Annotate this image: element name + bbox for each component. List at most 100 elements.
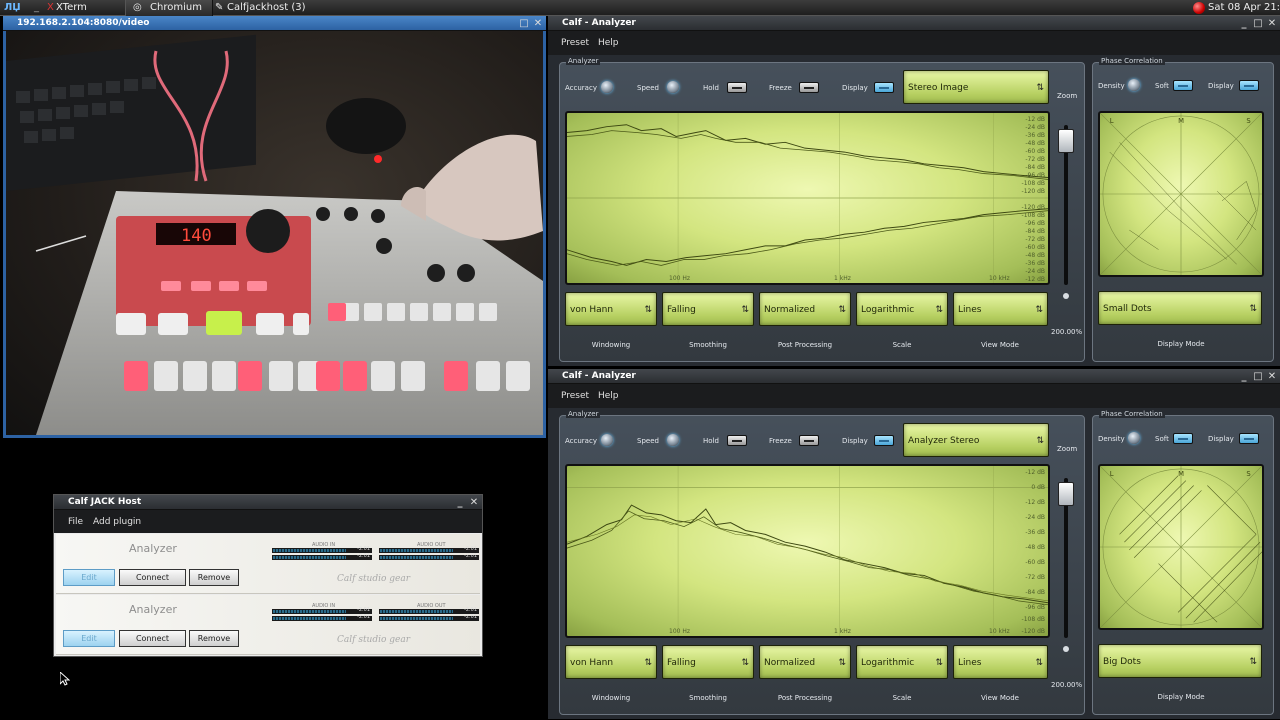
menubar: Preset Help: [548, 384, 1280, 408]
edit-button[interactable]: Edit: [63, 630, 115, 647]
jack-host-titlebar[interactable]: Calf JACK Host _ ✕: [54, 495, 482, 510]
display-mode-select[interactable]: Analyzer Stereo ⇅: [903, 423, 1049, 457]
remove-button[interactable]: Remove: [189, 630, 239, 647]
speed-knob[interactable]: [667, 434, 679, 446]
smoothing-select[interactable]: Falling ⇅: [662, 292, 754, 326]
menu-logo-icon[interactable]: ЛЏ: [4, 0, 21, 16]
hold-label: Hold: [703, 437, 719, 445]
plugin-row: Analyzer Edit Connect Remove AUDIO IN AU…: [56, 595, 480, 655]
display-toggle[interactable]: [874, 435, 894, 446]
smoothing-select[interactable]: Falling ⇅: [662, 645, 754, 679]
clock: Sat 08 Apr 21:03: [1208, 2, 1280, 13]
phase-mark-left: L: [1110, 117, 1114, 125]
maximize-icon[interactable]: □: [1252, 16, 1264, 31]
freeze-toggle[interactable]: [799, 435, 819, 446]
hz-tick: 100 Hz: [669, 628, 691, 635]
minimize-icon[interactable]: _: [454, 495, 466, 510]
display-label: Display: [842, 437, 868, 445]
view-mode-select[interactable]: Lines ⇅: [953, 645, 1048, 679]
hold-toggle[interactable]: [727, 82, 747, 93]
windowing-select[interactable]: von Hann ⇅: [565, 292, 657, 326]
post-processing-label: Post Processing: [777, 341, 833, 349]
menu-file[interactable]: File: [68, 517, 83, 527]
db-tick: -120 dB: [1021, 204, 1045, 211]
analyzer-titlebar[interactable]: Calf - Analyzer _ □ ✕: [548, 16, 1280, 31]
accuracy-knob[interactable]: [601, 81, 613, 93]
remove-button[interactable]: Remove: [189, 569, 239, 586]
level-meter: -2.01: [272, 553, 372, 560]
taskbar: ЛЏ _ X XTerm ◎ Chromium ✎ Calfjackhost (…: [0, 0, 1280, 16]
db-tick: -108 dB: [1021, 616, 1045, 623]
taskbar-tab-chromium[interactable]: ◎ Chromium: [125, 0, 213, 16]
select-arrows-icon: ⇅: [838, 658, 846, 668]
windowing-select[interactable]: von Hann ⇅: [565, 645, 657, 679]
accuracy-knob[interactable]: [601, 434, 613, 446]
taskbar-tab-calfjackhost[interactable]: ✎ Calfjackhost (3): [213, 0, 333, 16]
video-titlebar[interactable]: 192.168.2.104:8080/video □ ✕: [3, 16, 546, 31]
maximize-icon[interactable]: □: [518, 16, 530, 31]
view-mode-select[interactable]: Lines ⇅: [953, 292, 1048, 326]
zoom-reset-dot[interactable]: [1063, 646, 1069, 652]
phase-display-mode-label: Display Mode: [1157, 340, 1205, 348]
taskbar-tab-xterm[interactable]: X XTerm: [40, 0, 125, 16]
scale-select[interactable]: Logarithmic ⇅: [856, 292, 948, 326]
analyzer-titlebar[interactable]: Calf - Analyzer _ □ ✕: [548, 369, 1280, 384]
accuracy-label: Accuracy: [565, 84, 597, 92]
menu-help[interactable]: Help: [598, 391, 619, 401]
speed-knob[interactable]: [667, 81, 679, 93]
post-processing-select[interactable]: Normalized ⇅: [759, 292, 851, 326]
close-icon[interactable]: ✕: [532, 16, 544, 31]
menu-add-plugin[interactable]: Add plugin: [93, 517, 141, 527]
db-tick: 0 dB: [1031, 484, 1045, 491]
connect-button[interactable]: Connect: [119, 569, 186, 586]
analyzer-window-1: Calf - Analyzer _ □ ✕ Preset Help Analyz…: [548, 16, 1280, 366]
select-arrows-icon: ⇅: [935, 305, 943, 315]
display-toggle[interactable]: [874, 82, 894, 93]
post-processing-select[interactable]: Normalized ⇅: [759, 645, 851, 679]
display-mode-select[interactable]: Stereo Image ⇅: [903, 70, 1049, 104]
close-icon[interactable]: ✕: [468, 495, 480, 510]
goniometer-screen: L M S: [1098, 464, 1264, 630]
menu-preset[interactable]: Preset: [561, 391, 589, 401]
freeze-toggle[interactable]: [799, 82, 819, 93]
video-stream: 140: [6, 31, 543, 435]
phase-mark-mid: M: [1178, 117, 1184, 125]
minimize-icon[interactable]: _: [1238, 369, 1250, 384]
phase-display-mode-select[interactable]: Small Dots ⇅: [1098, 291, 1262, 325]
goniometer-graph: L M S: [1100, 113, 1262, 275]
soft-label: Soft: [1155, 435, 1169, 443]
minimize-icon[interactable]: _: [1238, 16, 1250, 31]
analyzer-panel: Analyzer Accuracy Speed Hold Freeze Disp…: [559, 410, 1085, 715]
phase-display-label: Display: [1208, 82, 1234, 90]
db-tick: -36 dB: [1025, 529, 1045, 536]
close-icon[interactable]: ✕: [1266, 369, 1278, 384]
db-tick: -24 dB: [1025, 124, 1045, 131]
edit-button[interactable]: Edit: [63, 569, 115, 586]
zoom-slider-handle[interactable]: [1058, 482, 1074, 506]
zoom-slider-handle[interactable]: [1058, 129, 1074, 153]
maximize-icon[interactable]: □: [1252, 369, 1264, 384]
hold-label: Hold: [703, 84, 719, 92]
phase-display-mode-select[interactable]: Big Dots ⇅: [1098, 644, 1262, 678]
scale-select[interactable]: Logarithmic ⇅: [856, 645, 948, 679]
spectrum-screen: -12 dB -24 dB -36 dB -48 dB -60 dB -72 d…: [565, 111, 1050, 285]
soft-toggle[interactable]: [1173, 433, 1193, 444]
density-knob[interactable]: [1128, 79, 1140, 91]
close-icon[interactable]: ✕: [1266, 16, 1278, 31]
hold-toggle[interactable]: [727, 435, 747, 446]
db-tick: -120 dB: [1021, 188, 1045, 195]
menu-help[interactable]: Help: [598, 38, 619, 48]
smoothing-label: Smoothing: [689, 341, 727, 349]
soft-toggle[interactable]: [1173, 80, 1193, 91]
window-title: Calf JACK Host: [68, 497, 142, 507]
analyzer-panel: Analyzer Accuracy Speed Hold Freeze Disp…: [559, 57, 1085, 362]
density-knob[interactable]: [1128, 432, 1140, 444]
phase-display-toggle[interactable]: [1239, 80, 1259, 91]
menu-preset[interactable]: Preset: [561, 38, 589, 48]
connect-button[interactable]: Connect: [119, 630, 186, 647]
minimize-all-icon[interactable]: _: [34, 0, 39, 16]
zoom-reset-dot[interactable]: [1063, 293, 1069, 299]
hz-tick: 10 kHz: [989, 275, 1010, 282]
select-arrows-icon: ⇅: [1249, 304, 1257, 314]
phase-display-toggle[interactable]: [1239, 433, 1259, 444]
